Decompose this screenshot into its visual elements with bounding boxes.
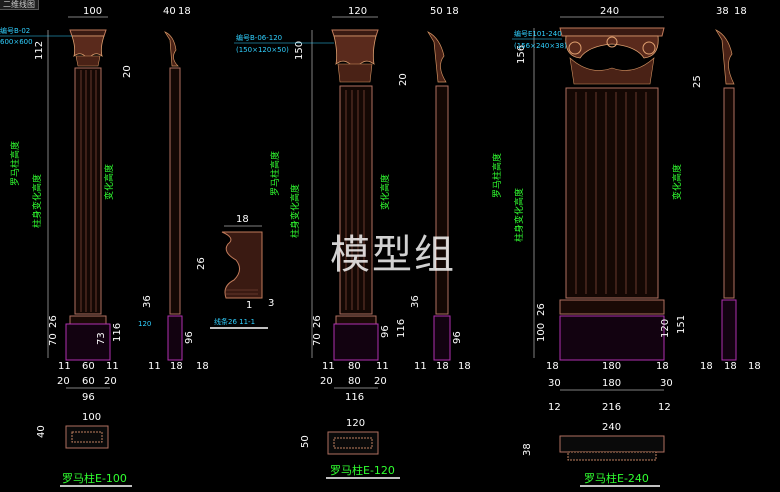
dim-bottom-e: 80 (348, 376, 361, 387)
dim-tick: 25 (692, 75, 703, 88)
dim-plan-width: 120 (346, 418, 365, 429)
dim-bottom-d: 30 (548, 378, 561, 389)
profile-bottom-a: 1 (246, 300, 252, 311)
dim-side2: 18 (734, 6, 747, 17)
dim-bottom-total: 96 (82, 392, 95, 403)
dim-plan-left: 40 (36, 425, 47, 438)
dim-side-b3: 18 (748, 361, 761, 372)
dim-bottom-c: 11 (106, 361, 119, 372)
dim-plan-width: 100 (82, 412, 101, 423)
dim-bottom-c: 11 (376, 361, 389, 372)
dim-plan-width: 240 (602, 422, 621, 433)
callout-code: 编号B-02 (0, 26, 30, 35)
dim-base-side: 151 (676, 315, 687, 334)
dim-side-bottom: 96 (184, 331, 195, 344)
label-column-height: 罗马柱高度 (9, 141, 21, 186)
dim-base-right: 96 (380, 325, 391, 338)
dim-capital: 150 (294, 41, 305, 60)
dim-width: 240 (600, 6, 619, 17)
dim-base-right: 120 (660, 319, 671, 338)
drawing-tab[interactable]: 二维线图 (0, 0, 39, 10)
dim-bottom-d: 20 (320, 376, 333, 387)
dim-bottom-f: 20 (374, 376, 387, 387)
dim-bottom-d: 20 (57, 376, 70, 387)
profile-bottom-b: 3 (268, 298, 274, 309)
dim-width: 100 (83, 6, 102, 17)
dim-side-top: 36 (142, 295, 153, 308)
dim-side-b1: 11 (148, 361, 161, 372)
profile-label: 线条26 11-1 (214, 317, 255, 326)
dim-side-b3: 18 (196, 361, 209, 372)
callout-size: (150×120×50) (236, 46, 289, 54)
dim-capital: 112 (34, 41, 45, 60)
label-column-height: 罗马柱高度 (269, 151, 281, 196)
dim-bottom-total: 116 (345, 392, 364, 403)
dim-bottom-side-right: 12 (658, 402, 671, 413)
dim-base-mid: 100 (536, 323, 547, 342)
callout-code: 编号E101-240 (514, 29, 562, 38)
dim-plan-left: 38 (522, 443, 533, 456)
dim-bottom-f: 30 (660, 378, 673, 389)
dim-bottom-e: 60 (82, 376, 95, 387)
dim-bottom-a: 18 (546, 361, 559, 372)
dim-width: 120 (348, 6, 367, 17)
profile-top: 18 (236, 214, 249, 225)
dim-tick: 20 (398, 73, 409, 86)
dim-bottom-total: 216 (602, 402, 621, 413)
dim-base-mid: 70 (48, 333, 59, 346)
dim-tick: 20 (122, 65, 133, 78)
dim-side: 40 (163, 6, 176, 17)
dim-side-b1: 18 (700, 361, 713, 372)
dim-base-top: 26 (312, 315, 323, 328)
callout-code: 编号B-06-120 (236, 33, 282, 42)
dim-bottom-b: 180 (602, 361, 621, 372)
dim-base-mid: 70 (312, 333, 323, 346)
dim-side: 38 (716, 6, 729, 17)
dim-base-top: 26 (536, 303, 547, 316)
dim-side-bottom: 96 (452, 331, 463, 344)
dim-side-top: 36 (410, 295, 421, 308)
dim-side2: 18 (446, 6, 459, 17)
column-title: 罗马柱E-100 (62, 471, 127, 485)
dim-side: 50 (430, 6, 443, 17)
dim-side-b2: 18 (170, 361, 183, 372)
callout-size: (156×240×38) (514, 42, 567, 50)
dim-side2: 18 (178, 6, 191, 17)
label-variable-height: 变化高度 (103, 164, 115, 200)
dim-bottom-e: 180 (602, 378, 621, 389)
label-variable-height: 变化高度 (671, 164, 683, 200)
dim-bottom-c: 18 (656, 361, 669, 372)
profile-left: 26 (196, 257, 207, 270)
label-body-height: 柱身变化高度 (513, 188, 525, 242)
dim-bottom-a: 11 (58, 361, 71, 372)
dim-bottom-b: 80 (348, 361, 361, 372)
label-body-height: 柱身变化高度 (31, 174, 43, 228)
label-body-height: 柱身变化高度 (289, 184, 301, 238)
dim-bottom-f: 20 (104, 376, 117, 387)
dim-base-side: 116 (396, 319, 407, 338)
dim-side-b3: 18 (458, 361, 471, 372)
side-callout: 120 (138, 320, 151, 328)
dim-side-b2: 18 (724, 361, 737, 372)
dim-bottom-a: 11 (322, 361, 335, 372)
label-column-height: 罗马柱高度 (491, 153, 503, 198)
dim-plan-left: 50 (300, 435, 311, 448)
dim-bottom-side-left: 12 (548, 402, 561, 413)
dim-side-b1: 11 (414, 361, 427, 372)
callout-size: 600×600 (0, 38, 33, 46)
dim-base-side: 116 (112, 323, 123, 342)
column-title: 罗马柱E-240 (584, 471, 649, 485)
dim-side-b2: 18 (436, 361, 449, 372)
label-variable-height: 变化高度 (379, 174, 391, 210)
dim-base-right: 73 (96, 332, 107, 345)
dim-base-top: 26 (48, 315, 59, 328)
column-title: 罗马柱E-120 (330, 463, 395, 477)
dim-bottom-b: 60 (82, 361, 95, 372)
watermark-text: 模型组 (330, 232, 456, 278)
